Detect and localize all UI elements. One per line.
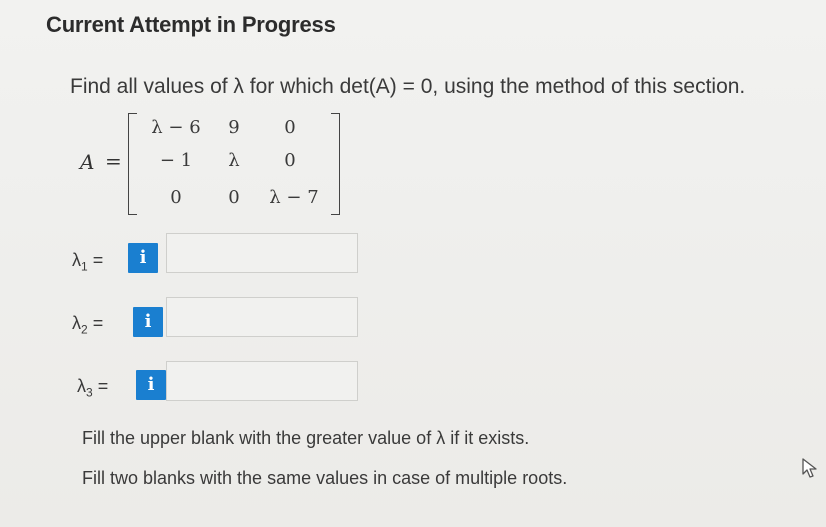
lambda-symbol: λ [72,250,81,270]
matrix-cell-2-2: λ [228,150,240,171]
matrix-right-bracket [331,113,340,215]
lambda-subscript: 1 [81,259,88,274]
lambda-symbol: λ [72,313,81,333]
mouse-pointer-icon [802,458,817,478]
matrix-cell-1-1: λ − 6 [151,117,201,138]
lambda-1-input[interactable] [166,233,358,273]
lambda-subscript: 2 [81,322,88,337]
equals-sign: = [92,313,104,333]
lambda-1-label: λ1 = [72,250,103,274]
equals-sign: = [97,376,109,396]
equals-sign: = [92,250,104,270]
matrix-cell-3-2: 0 [228,187,240,208]
matrix-cell-3-1: 0 [170,187,182,208]
matrix-cell-1-3: 0 [284,117,296,138]
info-icon[interactable]: i [128,243,158,273]
hint-upper-blank: Fill the upper blank with the greater va… [82,428,530,448]
matrix-cell-2-3: 0 [284,150,296,171]
lambda-subscript: 3 [86,385,93,400]
lambda-2-label: λ2 = [72,313,103,337]
info-icon[interactable]: i [133,307,163,337]
info-icon[interactable]: i [136,370,166,400]
matrix-cell-2-1: − 1 [159,150,193,171]
page-title: Current Attempt in Progress [46,12,336,37]
matrix-equals: = [105,149,122,173]
question-text: Find all values of λ for which det(A) = … [70,75,746,98]
matrix-cell-3-3: λ − 7 [269,187,319,208]
lambda-2-input[interactable] [166,297,358,337]
matrix-cell-1-2: 9 [228,117,240,138]
matrix-a: λ − 6 9 0 − 1 λ 0 0 0 λ − 7 [128,113,340,215]
lambda-symbol: λ [77,376,86,396]
lambda-3-input[interactable] [166,361,358,401]
matrix-left-bracket [128,113,137,215]
hint-multiple-roots: Fill two blanks with the same values in … [82,468,568,488]
lambda-3-label: λ3 = [77,376,108,400]
matrix-label: A [80,150,95,174]
